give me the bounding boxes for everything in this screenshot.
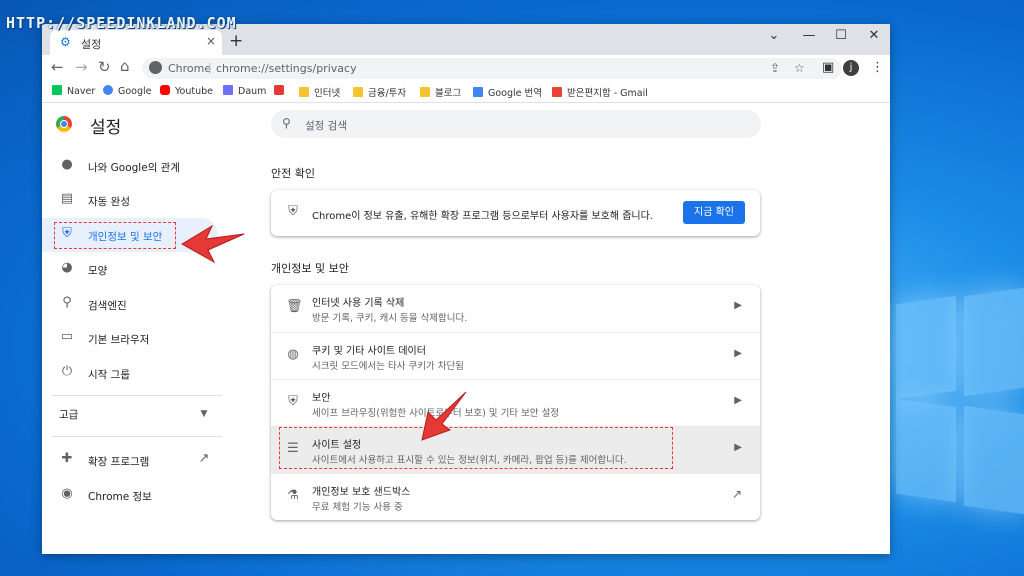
search-icon: ⚲ <box>62 295 72 310</box>
sidebar-divider <box>52 436 222 437</box>
close-window-button[interactable]: ✕ <box>864 28 884 43</box>
open-external-icon: ↗ <box>731 487 742 501</box>
bookmark-naver[interactable]: Naver <box>52 85 95 97</box>
arrow-right-icon: ▶ <box>734 395 742 406</box>
toolbar: ← → ↻ ⌂ Chrome | chrome://settings/priva… <box>42 55 890 82</box>
address-bar[interactable]: Chrome | chrome://settings/privacy ⇪ ☆ <box>142 58 842 79</box>
gear-icon: ⚙ <box>60 35 71 49</box>
bookmark-unnamed[interactable] <box>274 85 289 97</box>
caret-down-icon: ▼ <box>200 409 208 419</box>
windows-logo <box>896 287 1024 515</box>
chrome-site-icon <box>149 61 162 74</box>
annotation-arrow-icon <box>181 224 245 264</box>
check-now-button[interactable]: 지금 확인 <box>683 201 745 224</box>
sidebar-item-advanced[interactable]: 고급 ▼ <box>42 396 218 430</box>
sidebar-item-on-startup[interactable]: ⏻ 시작 그룹 <box>42 356 218 390</box>
bookmark-gmail[interactable]: 받은편지함 - Gmail <box>552 85 648 99</box>
safety-text: Chrome이 정보 유출, 유해한 확장 프로그램 등으로부터 사용자를 보호… <box>312 211 653 222</box>
maximize-button[interactable]: ☐ <box>831 28 851 43</box>
safety-check-card: ⛨ Chrome이 정보 유출, 유해한 확장 프로그램 등으로부터 사용자를 … <box>271 190 760 236</box>
tab-search-chevron-icon[interactable]: ⌄ <box>764 28 784 43</box>
watermark: HTTP://SPEEDINKLAND.COM <box>6 14 237 32</box>
bookmark-folder-internet[interactable]: 인터넷 <box>299 85 340 99</box>
chrome-icon: ◉ <box>61 486 73 501</box>
row-cookies[interactable]: ◍ 쿠키 및 기타 사이트 데이터 시크릿 모드에서는 타사 쿠키가 차단됨 ▶ <box>271 332 760 379</box>
google-icon <box>103 85 113 95</box>
highlight-box-privacy <box>54 222 176 249</box>
daum-icon <box>223 85 233 95</box>
open-external-icon: ↗ <box>198 451 210 466</box>
sidebar-item-autofill[interactable]: ▤ 자동 완성 <box>42 183 218 217</box>
shield-icon: ⛨ <box>288 204 298 219</box>
arrow-right-icon: ▶ <box>734 348 742 359</box>
folder-icon <box>353 87 363 97</box>
safety-check-heading: 안전 확인 <box>271 167 315 180</box>
browser-icon: ▭ <box>60 329 74 344</box>
arrow-right-icon: ▶ <box>734 442 742 453</box>
arrow-right-icon: ▶ <box>734 300 742 311</box>
shield-icon: ⛨ <box>288 394 298 409</box>
bookmark-folder-finance[interactable]: 금융/투자 <box>353 85 406 99</box>
privacy-heading: 개인정보 및 보안 <box>271 262 349 275</box>
bookmark-folder-blog[interactable]: 블로그 <box>420 85 461 99</box>
gmail-icon <box>552 87 562 97</box>
new-tab-button[interactable]: + <box>229 31 243 51</box>
tab-title: 설정 <box>81 38 102 51</box>
home-icon[interactable]: ⌂ <box>120 57 130 75</box>
search-placeholder: 설정 검색 <box>305 120 347 132</box>
cookie-icon: ◍ <box>287 347 299 362</box>
youtube-icon <box>160 85 170 95</box>
search-icon: ⚲ <box>282 116 291 130</box>
chrome-logo-icon <box>56 116 72 132</box>
browser-window: ⚙ 설정 × + ⌄ — ☐ ✕ ← → ↻ ⌂ Chrome | chrome… <box>42 24 890 554</box>
sidebar-item-extensions[interactable]: ✚ 확장 프로그램 ↗ <box>42 443 218 477</box>
site-label: Chrome <box>168 62 212 75</box>
bookmarks-bar: Naver Google Youtube Daum 인터넷 금융/투자 블로그 … <box>42 82 890 103</box>
palette-icon: ◕ <box>61 260 73 275</box>
row-privacy-sandbox[interactable]: ⚗ 개인정보 보호 샌드박스 무료 체험 기능 사용 중 ↗ <box>271 473 760 520</box>
highlight-box-site-settings <box>279 427 673 469</box>
share-icon[interactable]: ⇪ <box>770 61 780 75</box>
annotation-arrow-icon <box>421 391 467 441</box>
red-c-icon <box>274 85 284 95</box>
row-security[interactable]: ⛨ 보안 세이프 브라우징(위험한 사이트로부터 보호) 및 기타 보안 설정 … <box>271 379 760 426</box>
tab-close-button[interactable]: × <box>206 34 216 48</box>
puzzle-icon: ✚ <box>61 451 73 466</box>
menu-kebab-icon[interactable]: ⋮ <box>871 60 884 75</box>
bookmark-google[interactable]: Google <box>103 85 152 97</box>
sidebar-item-you-and-google[interactable]: ● 나와 Google의 관계 <box>42 149 218 183</box>
reload-icon[interactable]: ↻ <box>98 58 111 76</box>
power-icon: ⏻ <box>61 364 73 379</box>
forward-arrow-icon[interactable]: → <box>75 58 88 76</box>
row-clear-browsing-data[interactable]: 🗑 인터넷 사용 기록 삭제 방문 기록, 쿠키, 캐시 등을 삭제합니다. ▶ <box>271 285 760 332</box>
bookmark-daum[interactable]: Daum <box>223 85 266 97</box>
sidebar-item-search-engine[interactable]: ⚲ 검색엔진 <box>42 287 218 321</box>
person-icon: ● <box>61 157 73 172</box>
clipboard-icon: ▤ <box>60 191 74 206</box>
tab-settings[interactable]: ⚙ 설정 × <box>50 30 222 55</box>
back-arrow-icon[interactable]: ← <box>51 58 64 76</box>
settings-search-input[interactable]: ⚲ 설정 검색 <box>271 110 761 138</box>
address-separator: | <box>208 61 212 74</box>
avatar[interactable]: j <box>843 60 859 76</box>
minimize-button[interactable]: — <box>799 28 819 43</box>
sidebar-item-about-chrome[interactable]: ◉ Chrome 정보 <box>42 478 218 512</box>
bookmark-youtube[interactable]: Youtube <box>160 85 213 97</box>
naver-icon <box>52 85 62 95</box>
sidebar-item-default-browser[interactable]: ▭ 기본 브라우저 <box>42 321 218 355</box>
side-panel-icon[interactable]: ▣ <box>822 60 834 75</box>
trash-icon: 🗑 <box>286 299 303 314</box>
folder-icon <box>299 87 309 97</box>
settings-title: 설정 <box>90 118 122 138</box>
folder-icon <box>420 87 430 97</box>
bookmark-star-icon[interactable]: ☆ <box>794 61 805 75</box>
privacy-card: 🗑 인터넷 사용 기록 삭제 방문 기록, 쿠키, 캐시 등을 삭제합니다. ▶… <box>271 285 760 520</box>
translate-icon <box>473 87 483 97</box>
url-text: chrome://settings/privacy <box>216 62 357 75</box>
flask-icon: ⚗ <box>287 488 299 503</box>
bookmark-google-translate[interactable]: Google 번역 <box>473 85 542 99</box>
